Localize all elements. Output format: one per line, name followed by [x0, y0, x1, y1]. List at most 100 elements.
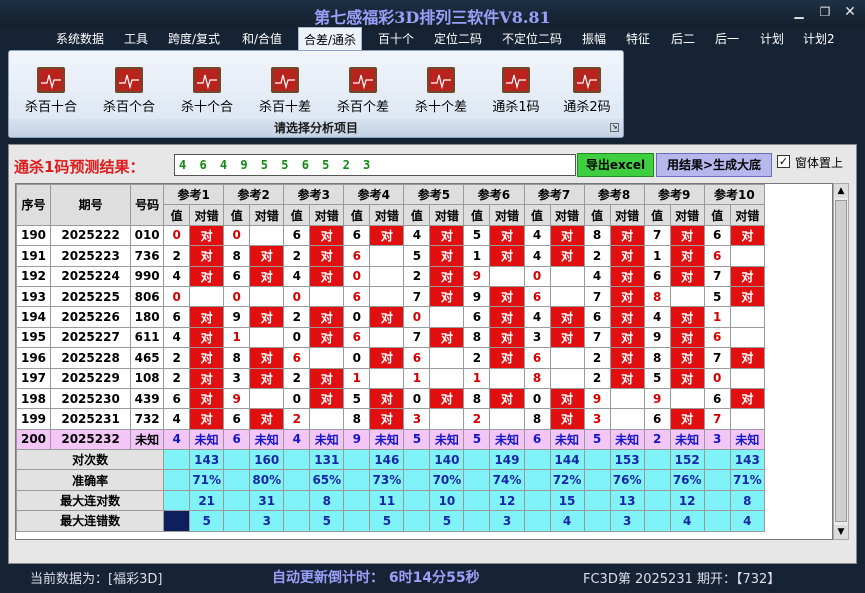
- col-ref[interactable]: 参考3: [283, 184, 345, 206]
- ribbon-button-label: 杀百十合: [24, 100, 77, 115]
- col-ref[interactable]: 参考6: [463, 184, 525, 206]
- value-cell: 6: [163, 306, 191, 328]
- miss-cell: [429, 306, 465, 328]
- menu-item[interactable]: 特征: [626, 30, 650, 47]
- seq-cell: 198: [16, 387, 52, 410]
- menu-item[interactable]: 后一: [715, 30, 739, 47]
- chart-icon: [502, 67, 530, 93]
- predicted-value-cell: 6: [223, 428, 251, 451]
- col-seq[interactable]: 序号: [16, 184, 52, 226]
- ribbon-button[interactable]: 杀百十合: [16, 67, 86, 115]
- col-hit: 对错: [189, 204, 225, 226]
- menu-item[interactable]: 百十个: [378, 30, 414, 47]
- table-row[interactable]: 192 2025224 990 4 对 6 对 4 对 0 2 对 9 0 4 对 6 对 7 对: [16, 265, 766, 287]
- dialog-launcher-icon[interactable]: ↘: [610, 123, 619, 132]
- col-hit: 对错: [669, 204, 705, 226]
- ribbon-button[interactable]: 杀十个差: [406, 67, 476, 115]
- value-cell: 0: [703, 367, 731, 389]
- scroll-down-icon[interactable]: ▼: [834, 525, 848, 539]
- scroll-thumb[interactable]: [835, 200, 847, 522]
- col-ref[interactable]: 参考7: [523, 184, 585, 206]
- menu-item-active[interactable]: 合差/通杀: [298, 27, 363, 50]
- menu-item[interactable]: 工具: [124, 30, 148, 47]
- menu-item[interactable]: 后二: [671, 30, 695, 47]
- menu-item[interactable]: 计划: [760, 30, 784, 47]
- chart-icon: [573, 67, 601, 93]
- ribbon-button[interactable]: 杀百个差: [328, 67, 398, 115]
- hit-cell: 对: [429, 265, 465, 287]
- close-icon[interactable]: ✕: [842, 5, 858, 19]
- stats-value-cell: 4: [549, 510, 585, 532]
- topmost-label: 窗体置上: [795, 156, 844, 170]
- table-row[interactable]: 198 2025230 439 6 对 9 0 对 5 对 0 对 8 对 0 对 9 9 6 对: [16, 387, 766, 410]
- hit-cell: 对: [729, 285, 766, 308]
- predicted-value-cell: 2: [643, 428, 671, 451]
- stats-value-cell: 71%: [729, 469, 766, 491]
- menu-item[interactable]: 计划2: [803, 30, 835, 47]
- table-row[interactable]: 196 2025228 465 2 对 8 对 6 0 对 6 2 对 6 2 对 8 对 7 对: [16, 347, 766, 369]
- menu-item[interactable]: 不定位二码: [502, 30, 562, 47]
- pending-row[interactable]: 200 2025232 未知 4 未知 6 未知 4 未知 9 未知 5 未知 5 未知 6 未知 5 未知 2 未知 3…: [16, 428, 766, 451]
- hit-cell: 对: [609, 265, 645, 287]
- topmost-checkbox[interactable]: ✓: [777, 155, 790, 168]
- ribbon-button[interactable]: 通杀1码: [481, 67, 551, 115]
- table-row[interactable]: 193 2025225 806 0 0 0 6 7 对 9 对 6 7 对 8 5 对: [16, 285, 766, 308]
- stats-spacer: [643, 489, 671, 512]
- col-period[interactable]: 期号: [50, 184, 132, 226]
- col-ref[interactable]: 参考2: [223, 184, 285, 206]
- menu-item[interactable]: 跨度/复式: [168, 30, 220, 47]
- value-cell: 0: [283, 326, 311, 349]
- number-cell: 806: [130, 285, 165, 308]
- stats-value-cell: 76%: [669, 469, 705, 491]
- col-ref[interactable]: 参考1: [163, 184, 225, 206]
- col-ref[interactable]: 参考9: [643, 184, 705, 206]
- value-cell: 3: [523, 326, 551, 349]
- col-number[interactable]: 号码: [130, 184, 165, 226]
- col-hit: 对错: [549, 204, 585, 226]
- table-row[interactable]: 195 2025227 611 4 对 1 0 对 6 7 对 8 对 3 对 7 对 9 对 6: [16, 326, 766, 349]
- ribbon-button-label: 杀百十差: [258, 100, 311, 115]
- value-cell: 4: [583, 265, 611, 287]
- stats-value-cell: 5: [429, 510, 465, 532]
- stats-spacer: [403, 449, 431, 471]
- scroll-up-icon[interactable]: ▲: [834, 184, 848, 198]
- predicted-value-cell: 4: [163, 428, 191, 451]
- ribbon-button[interactable]: 杀百个合: [94, 67, 164, 115]
- col-ref[interactable]: 参考8: [583, 184, 645, 206]
- menu-item[interactable]: 振幅: [582, 30, 606, 47]
- ribbon-button[interactable]: 杀百十差: [250, 67, 320, 115]
- stats-row: 最大连对数 21 31 8 11 10 12 15 13 12 8: [16, 489, 766, 512]
- unknown-cell: 未知: [729, 428, 766, 451]
- table-row[interactable]: 197 2025229 108 2 对 3 对 2 对 1 1 1 8 2 对 5 对 0: [16, 367, 766, 389]
- generate-button[interactable]: 用结果>生成大底: [656, 153, 772, 177]
- menu-item[interactable]: 定位二码: [434, 30, 482, 47]
- value-cell: 2: [283, 408, 311, 430]
- restore-icon[interactable]: ❐: [817, 5, 833, 19]
- prediction-field[interactable]: 4 6 4 9 5 5 6 5 2 3: [174, 154, 576, 176]
- table-row[interactable]: 199 2025231 732 4 对 6 对 2 8 对 3 2 8 对 3 6 对 7: [16, 408, 766, 430]
- stats-spacer: [643, 469, 671, 491]
- vertical-scrollbar[interactable]: ▲ ▼: [833, 183, 849, 540]
- ribbon-button[interactable]: 通杀2码: [552, 67, 622, 115]
- table-row[interactable]: 190 2025222 010 0 对 0 6 对 6 对 4 对 5 对 4 对 8 对 7 对 6 对: [16, 224, 766, 247]
- value-cell: 6: [703, 245, 731, 267]
- value-cell: 4: [523, 306, 551, 328]
- hit-cell: 对: [729, 265, 766, 287]
- col-ref[interactable]: 参考10: [703, 184, 766, 206]
- minimize-icon[interactable]: ▁: [791, 5, 807, 19]
- col-ref[interactable]: 参考5: [403, 184, 465, 206]
- hit-cell: 对: [429, 224, 465, 247]
- stats-spacer: [703, 469, 731, 491]
- ribbon-button[interactable]: 杀十个合: [172, 67, 242, 115]
- table-row[interactable]: 194 2025226 180 6 对 9 对 2 对 0 对 0 6 对 4 对 6 对 4 对 1: [16, 306, 766, 328]
- col-ref[interactable]: 参考4: [343, 184, 405, 206]
- stats-value-cell: 71%: [189, 469, 225, 491]
- table-row[interactable]: 191 2025223 736 2 对 8 对 2 对 6 5 对 1 对 4 对 2 对 1 对 6: [16, 245, 766, 267]
- col-value: 值: [523, 204, 551, 226]
- menu-item[interactable]: 系统数据: [56, 30, 104, 47]
- value-cell: 7: [703, 347, 731, 369]
- stats-value-cell: 13: [609, 489, 645, 512]
- menu-item[interactable]: 和/合值: [242, 30, 282, 47]
- export-excel-button[interactable]: 导出excel: [577, 153, 654, 177]
- ribbon-group-title: 请选择分析项目: [273, 121, 358, 135]
